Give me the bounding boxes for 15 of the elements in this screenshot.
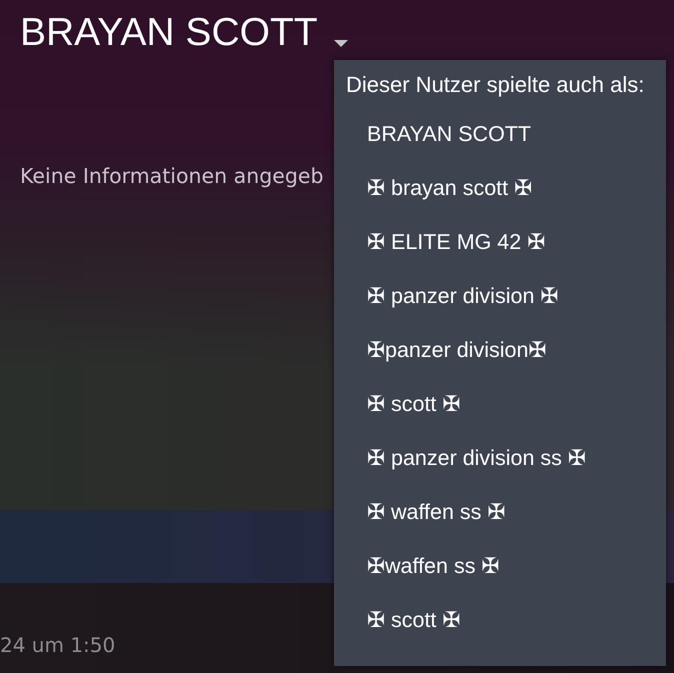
alias-item: ✠waffen ss ✠ <box>366 553 500 580</box>
alias-item: BRAYAN SCOTT <box>366 121 532 148</box>
alias-item: ✠ scott ✠ <box>366 607 462 634</box>
timestamp-text: 24 um 1:50 <box>0 633 116 657</box>
profile-name: BRAYAN SCOTT <box>20 10 318 56</box>
alias-item: ✠ brayan scott ✠ <box>366 175 534 202</box>
alias-item: ✠ panzer division ✠ <box>366 283 560 310</box>
popup-heading: Dieser Nutzer spielte auch als: <box>345 72 646 98</box>
alias-item: ✠ waffen ss ✠ <box>366 499 506 526</box>
alias-item: ✠ panzer division ss ✠ <box>366 445 587 472</box>
dropdown-caret-icon[interactable] <box>334 40 348 47</box>
alias-item: ✠panzer division✠ <box>366 337 548 364</box>
profile-summary: Keine Informationen angegeb <box>19 164 324 188</box>
alias-item: ✠ ELITE MG 42 ✠ <box>366 229 546 256</box>
alias-item: ✠ scott ✠ <box>366 391 462 418</box>
